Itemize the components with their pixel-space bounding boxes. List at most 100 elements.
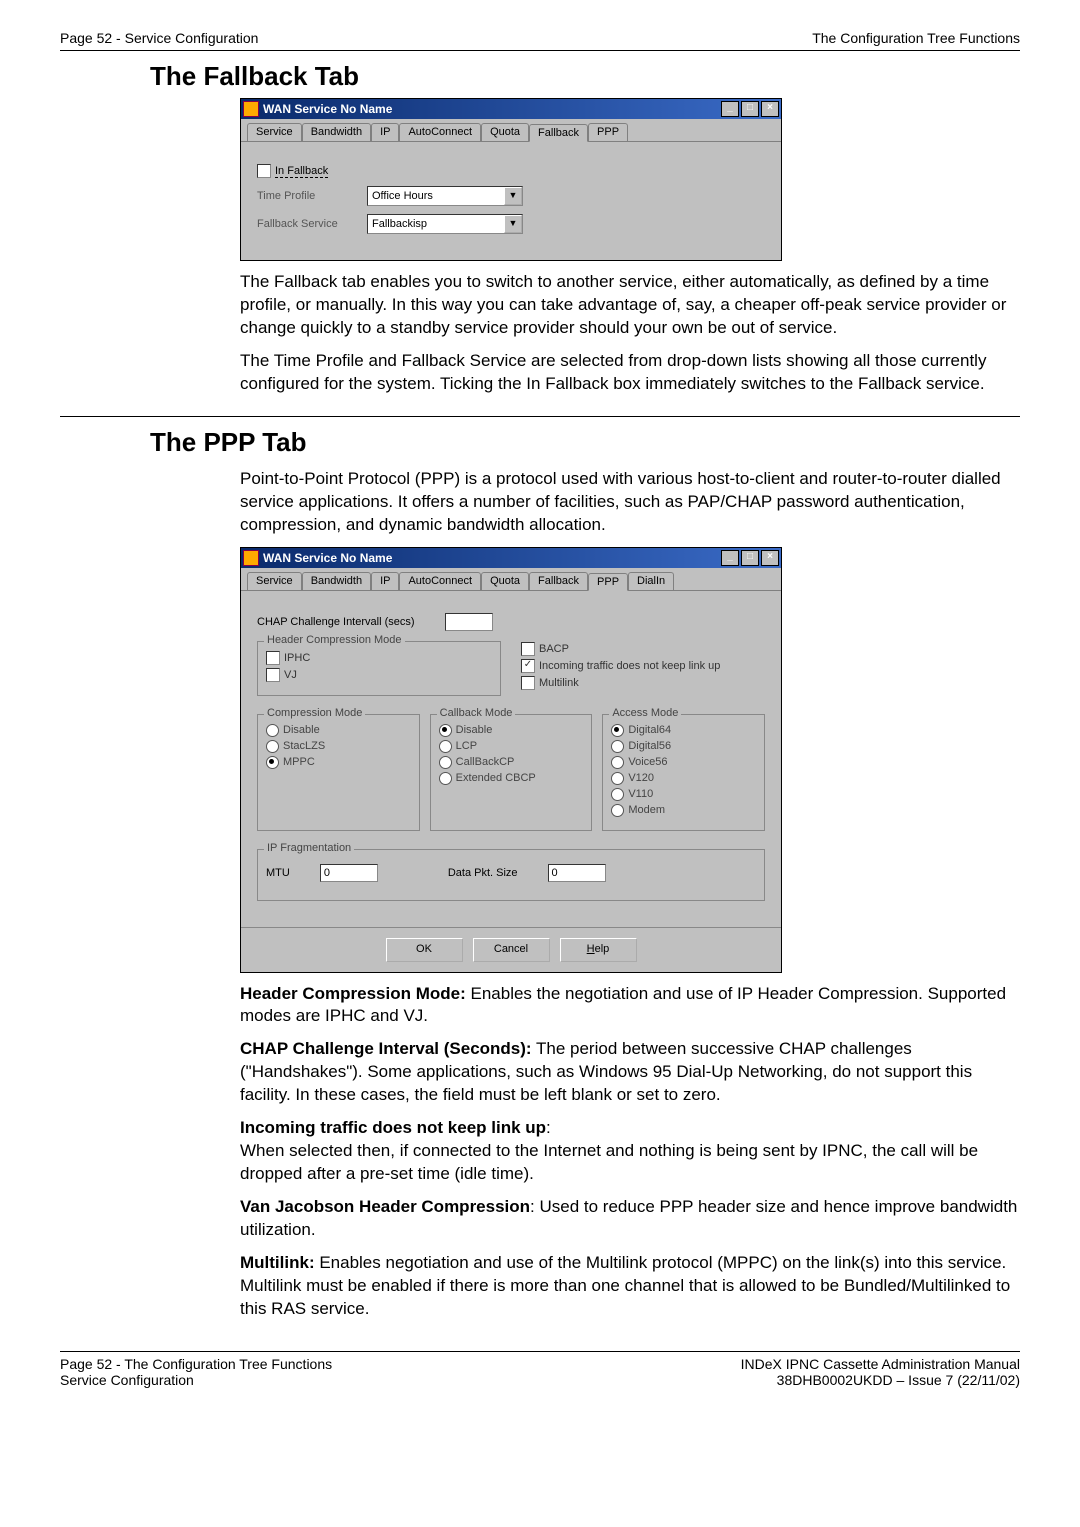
tab-autoconnect[interactable]: AutoConnect — [399, 572, 481, 590]
ppp-tabstrip: Service Bandwidth IP AutoConnect Quota F… — [241, 568, 781, 591]
fallback-heading: The Fallback Tab — [150, 61, 1020, 92]
callback-lcp-radio[interactable] — [439, 740, 452, 753]
tab-fallback[interactable]: Fallback — [529, 572, 588, 590]
bacp-checkbox[interactable] — [521, 642, 535, 656]
tab-autoconnect[interactable]: AutoConnect — [399, 123, 481, 141]
tab-bandwidth[interactable]: Bandwidth — [302, 123, 371, 141]
tab-dialin[interactable]: DialIn — [628, 572, 674, 590]
chevron-down-icon: ▼ — [504, 215, 522, 233]
access-v120-radio[interactable] — [611, 772, 624, 785]
datapkt-input[interactable]: 0 — [548, 864, 606, 882]
incoming-label: Incoming traffic does not keep link up — [539, 660, 720, 672]
maximize-icon[interactable]: □ — [741, 101, 759, 117]
ppp-intro: Point-to-Point Protocol (PPP) is a proto… — [240, 468, 1020, 537]
minimize-icon[interactable]: _ — [721, 101, 739, 117]
tab-ppp[interactable]: PPP — [588, 573, 628, 591]
fallback-window-title: WAN Service No Name — [263, 102, 721, 116]
time-profile-select[interactable]: Office Hours ▼ — [367, 186, 523, 206]
ipfrag-legend: IP Fragmentation — [264, 842, 354, 854]
callback-disable-radio[interactable] — [439, 724, 452, 737]
desc-incoming: Incoming traffic does not keep link up:W… — [240, 1117, 1020, 1186]
fallback-para1: The Fallback tab enables you to switch t… — [240, 271, 1020, 340]
footer-right1: INDeX IPNC Cassette Administration Manua… — [741, 1356, 1020, 1372]
compression-disable-radio[interactable] — [266, 724, 279, 737]
tab-quota[interactable]: Quota — [481, 123, 529, 141]
fallback-titlebar: WAN Service No Name _ □ × — [241, 99, 781, 119]
chevron-down-icon: ▼ — [504, 187, 522, 205]
iphc-checkbox[interactable] — [266, 651, 280, 665]
header-rule — [60, 50, 1020, 51]
access-v110-radio[interactable] — [611, 788, 624, 801]
tab-service[interactable]: Service — [247, 123, 302, 141]
multilink-label: Multilink — [539, 677, 579, 689]
ppp-panel: CHAP Challenge Intervall (secs) Header C… — [241, 591, 781, 923]
fallback-service-select[interactable]: Fallbackisp ▼ — [367, 214, 523, 234]
close-icon[interactable]: × — [761, 101, 779, 117]
fallback-service-value: Fallbackisp — [372, 218, 427, 230]
ok-button[interactable]: OK — [386, 938, 463, 962]
section-rule — [60, 416, 1020, 417]
access-group: Access Mode Digital64 Digital56 Voice56 … — [602, 714, 765, 831]
cancel-button[interactable]: Cancel — [473, 938, 550, 962]
iphc-label: IPHC — [284, 652, 310, 664]
tab-bandwidth[interactable]: Bandwidth — [302, 572, 371, 590]
access-modem-radio[interactable] — [611, 804, 624, 817]
tab-ip[interactable]: IP — [371, 123, 399, 141]
callback-group: Callback Mode Disable LCP CallBackCP Ext… — [430, 714, 593, 831]
access-digital56-radio[interactable] — [611, 740, 624, 753]
ppp-window-title: WAN Service No Name — [263, 551, 721, 565]
tab-ip[interactable]: IP — [371, 572, 399, 590]
close-icon[interactable]: × — [761, 550, 779, 566]
footer-rule — [60, 1351, 1020, 1352]
in-fallback-label: In Fallback — [275, 165, 328, 178]
tab-fallback[interactable]: Fallback — [529, 124, 588, 142]
app-icon — [243, 101, 259, 117]
footer-left1: Page 52 - The Configuration Tree Functio… — [60, 1356, 332, 1372]
bacp-label: BACP — [539, 643, 569, 655]
minimize-icon[interactable]: _ — [721, 550, 739, 566]
mtu-input[interactable]: 0 — [320, 864, 378, 882]
callback-callbackcp-radio[interactable] — [439, 756, 452, 769]
access-voice56-radio[interactable] — [611, 756, 624, 769]
compression-staclzs-radio[interactable] — [266, 740, 279, 753]
time-profile-value: Office Hours — [372, 190, 433, 202]
ppp-heading: The PPP Tab — [150, 427, 1020, 458]
footer-left2: Service Configuration — [60, 1372, 194, 1388]
desc-multilink: Multilink: Enables negotiation and use o… — [240, 1252, 1020, 1321]
fallback-panel: In Fallback Time Profile Office Hours ▼ … — [241, 142, 781, 260]
access-digital64-radio[interactable] — [611, 724, 624, 737]
desc-chap: CHAP Challenge Interval (Seconds): The p… — [240, 1038, 1020, 1107]
compression-mppc-radio[interactable] — [266, 756, 279, 769]
desc-vj: Van Jacobson Header Compression: Used to… — [240, 1196, 1020, 1242]
page-footer: Page 52 - The Configuration Tree Functio… — [60, 1356, 1020, 1372]
mtu-label: MTU — [266, 867, 290, 879]
tab-service[interactable]: Service — [247, 572, 302, 590]
tab-ppp[interactable]: PPP — [588, 123, 628, 141]
in-fallback-checkbox[interactable] — [257, 164, 271, 178]
tab-quota[interactable]: Quota — [481, 572, 529, 590]
ppp-titlebar: WAN Service No Name _ □ × — [241, 548, 781, 568]
page-header: Page 52 - Service Configuration The Conf… — [60, 30, 1020, 46]
chap-label: CHAP Challenge Intervall (secs) — [257, 616, 415, 628]
header-left: Page 52 - Service Configuration — [60, 30, 258, 46]
access-legend: Access Mode — [609, 707, 681, 719]
incoming-checkbox[interactable]: ✓ — [521, 659, 535, 673]
chap-interval-input[interactable] — [445, 613, 493, 631]
ipfrag-group: IP Fragmentation MTU 0 Data Pkt. Size 0 — [257, 849, 765, 901]
app-icon — [243, 550, 259, 566]
fallback-tabstrip: Service Bandwidth IP AutoConnect Quota F… — [241, 119, 781, 142]
maximize-icon[interactable]: □ — [741, 550, 759, 566]
compression-legend: Compression Mode — [264, 707, 365, 719]
vj-checkbox[interactable] — [266, 668, 280, 682]
compression-group: Compression Mode Disable StacLZS MPPC — [257, 714, 420, 831]
dialog-buttons: OK Cancel Help — [241, 927, 781, 972]
fallback-para2: The Time Profile and Fallback Service ar… — [240, 350, 1020, 396]
header-compression-group: Header Compression Mode IPHC VJ — [257, 641, 501, 696]
help-button[interactable]: Help — [560, 938, 637, 962]
multilink-checkbox[interactable] — [521, 676, 535, 690]
callback-extcbcp-radio[interactable] — [439, 772, 452, 785]
vj-label: VJ — [284, 669, 297, 681]
header-right: The Configuration Tree Functions — [812, 30, 1020, 46]
callback-legend: Callback Mode — [437, 707, 516, 719]
hc-legend: Header Compression Mode — [264, 634, 405, 646]
